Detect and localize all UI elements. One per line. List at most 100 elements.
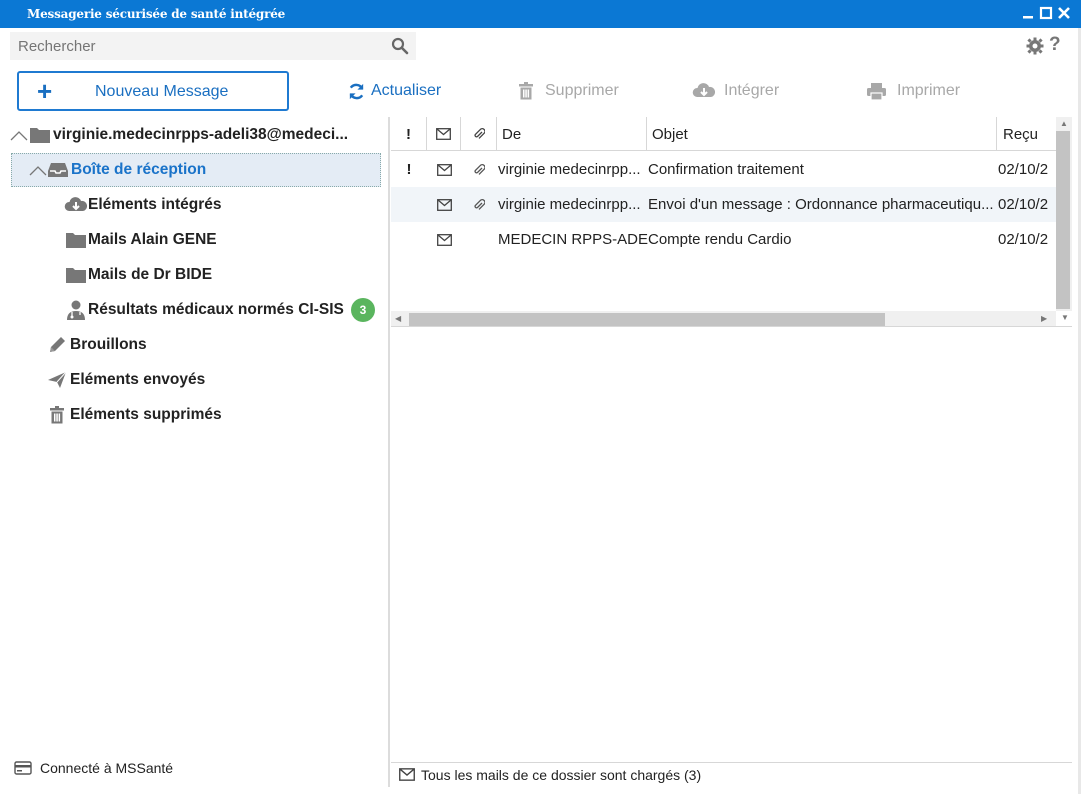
row-attachment	[461, 152, 497, 187]
row-flag	[391, 222, 427, 257]
column-header-read[interactable]	[427, 117, 461, 151]
row-received: 02/10/2	[998, 231, 1049, 248]
help-icon[interactable]: ?	[1049, 34, 1061, 56]
envelope-icon	[436, 198, 452, 211]
tree-deleted[interactable]: Eléments supprimés	[46, 398, 382, 432]
connection-status-label: Connecté à MSSanté	[40, 760, 174, 776]
tree-folder-dr-bide[interactable]: Mails de Dr BIDE	[64, 258, 382, 292]
cloud-download-icon	[692, 83, 716, 97]
horizontal-scrollbar[interactable]: ◀ ▶	[391, 311, 1056, 326]
scroll-right-icon[interactable]: ▶	[1041, 314, 1047, 323]
row-read-status	[427, 222, 461, 257]
tree-folder-alain-gene[interactable]: Mails Alain GENE	[64, 223, 382, 257]
row-subject: Envoi d'un message : Ordonnance pharmace…	[648, 196, 994, 213]
paperclip-icon	[474, 163, 485, 175]
chevron-up-icon[interactable]	[10, 129, 28, 141]
column-header-flag[interactable]: !	[391, 117, 427, 151]
printer-icon	[867, 82, 886, 101]
folder-icon	[66, 233, 86, 248]
column-header-subject[interactable]: Objet	[647, 117, 997, 151]
mail-list: ! De Objet Reçu ! virginie medecinrpp...…	[391, 117, 1072, 327]
folder-tree: virginie.medecinrpps-adeli38@medeci... B…	[10, 117, 382, 794]
scroll-down-icon[interactable]: ▼	[1061, 313, 1069, 322]
pane-splitter[interactable]	[388, 117, 390, 787]
folder-icon	[30, 128, 50, 143]
tree-account[interactable]: virginie.medecinrpps-adeli38@medeci...	[10, 118, 382, 152]
tree-inbox-label: Boîte de réception	[71, 161, 207, 178]
row-read-status	[427, 152, 461, 187]
tree-results-label: Résultats médicaux normés CI-SIS	[88, 301, 344, 318]
refresh-label: Actualiser	[371, 82, 442, 99]
minimize-icon[interactable]	[1021, 6, 1035, 20]
integrate-button[interactable]: Intégrer	[692, 80, 779, 102]
print-button[interactable]: Imprimer	[866, 80, 960, 102]
integrate-label: Intégrer	[724, 82, 780, 99]
row-from: virginie medecinrpp...	[498, 196, 641, 213]
tree-sent[interactable]: Eléments envoyés	[46, 363, 382, 397]
envelope-icon	[436, 233, 452, 246]
refresh-icon	[349, 83, 364, 99]
gear-icon[interactable]	[1026, 37, 1044, 55]
tree-medical-results[interactable]: Résultats médicaux normés CI-SIS	[64, 293, 382, 327]
message-preview	[391, 333, 1072, 761]
row-read-status	[427, 187, 461, 222]
unread-count-badge: 3	[351, 298, 375, 322]
paperclip-icon	[473, 128, 485, 139]
mail-row[interactable]: ! virginie medecinrpp... Confirmation tr…	[391, 152, 1056, 187]
vertical-scrollbar[interactable]: ▲	[1056, 117, 1072, 311]
row-received: 02/10/2	[998, 196, 1049, 213]
row-subject: Compte rendu Cardio	[648, 231, 792, 248]
folder-load-status: Tous les mails de ce dossier sont chargé…	[391, 762, 1072, 786]
scroll-left-icon[interactable]: ◀	[395, 314, 401, 323]
tree-integrated-label: Eléments intégrés	[88, 196, 222, 213]
send-icon	[48, 371, 67, 388]
tree-inbox[interactable]: Boîte de réception	[11, 153, 381, 187]
envelope-icon	[436, 128, 451, 140]
title-bar: Messagerie sécurisée de santé intégrée	[0, 0, 1081, 28]
received-header-label: Reçu	[1003, 125, 1039, 143]
row-attachment	[461, 187, 497, 222]
tree-drafts-label: Brouillons	[70, 336, 147, 353]
delete-label: Supprimer	[545, 82, 619, 99]
mail-list-header: ! De Objet Reçu	[391, 117, 1056, 151]
close-icon[interactable]	[1057, 6, 1071, 20]
scroll-up-icon[interactable]: ▲	[1060, 119, 1068, 128]
pencil-icon	[50, 337, 65, 352]
horizontal-scroll-thumb[interactable]	[409, 313, 885, 326]
from-header-label: De	[502, 125, 522, 143]
cloud-download-icon	[64, 197, 88, 211]
new-message-button[interactable]: + Nouveau Message	[17, 71, 289, 111]
mail-row[interactable]: virginie medecinrpp... Envoi d'un messag…	[391, 187, 1056, 222]
column-header-attachment[interactable]	[461, 117, 497, 151]
refresh-button[interactable]: Actualiser	[347, 80, 441, 102]
search-icon[interactable]	[391, 37, 409, 55]
row-from: MEDECIN RPPS-ADE...	[498, 231, 648, 248]
tree-folder1-label: Mails Alain GENE	[88, 231, 217, 248]
vertical-scroll-thumb[interactable]	[1056, 131, 1070, 309]
card-icon	[14, 761, 32, 775]
envelope-icon	[436, 163, 452, 176]
doctor-icon	[67, 300, 85, 320]
chevron-up-icon[interactable]	[29, 164, 47, 176]
paperclip-icon	[474, 198, 485, 210]
mail-row[interactable]: MEDECIN RPPS-ADE... Compte rendu Cardio …	[391, 222, 1056, 257]
column-header-from[interactable]: De	[497, 117, 647, 151]
delete-button[interactable]: Supprimer	[516, 80, 619, 102]
tree-integrated[interactable]: Eléments intégrés	[64, 188, 382, 222]
folder-icon	[66, 268, 86, 283]
folder-load-status-label: Tous les mails de ce dossier sont chargé…	[421, 766, 702, 783]
flag-header-label: !	[406, 125, 411, 143]
row-flag: !	[406, 161, 412, 178]
tree-deleted-label: Eléments supprimés	[70, 406, 222, 423]
tree-drafts[interactable]: Brouillons	[46, 328, 382, 362]
tree-folder2-label: Mails de Dr BIDE	[88, 266, 213, 283]
maximize-icon[interactable]	[1039, 6, 1053, 20]
row-from: virginie medecinrpp...	[498, 161, 641, 178]
search-input[interactable]	[10, 32, 416, 60]
window-title: Messagerie sécurisée de santé intégrée	[27, 7, 286, 21]
inbox-icon	[48, 163, 68, 177]
tree-account-label: virginie.medecinrpps-adeli38@medeci...	[53, 126, 349, 143]
column-header-received[interactable]: Reçu	[997, 117, 1056, 151]
print-label: Imprimer	[897, 82, 961, 99]
trash-icon	[50, 406, 64, 424]
